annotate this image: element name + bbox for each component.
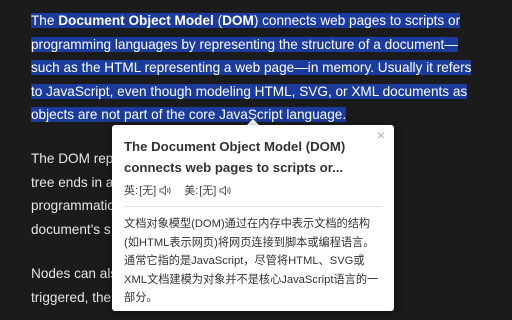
popup-title: The Document Object Model (DOM) connects…: [124, 139, 346, 175]
speaker-icon[interactable]: [219, 184, 232, 196]
popup-divider: [124, 206, 382, 207]
phonetic-uk-value: [无]: [139, 185, 157, 197]
phonetic-us: 美: [无]: [184, 182, 232, 198]
text-mid: (: [213, 13, 223, 28]
close-icon[interactable]: ×: [374, 128, 388, 142]
phonetic-us-label: 美:: [184, 185, 199, 197]
translation-popup: × The Document Object Model (DOM) connec…: [112, 125, 394, 311]
selected-text[interactable]: The Document Object Model (DOM) connects…: [31, 13, 472, 123]
phonetic-uk: 英: [无]: [124, 182, 172, 198]
phonetic-us-value: [无]: [199, 185, 217, 197]
speaker-icon[interactable]: [159, 184, 172, 196]
text-pre: The: [31, 13, 59, 28]
phonetic-row: 英: [无] 美: [无]: [124, 182, 244, 198]
bold-term: Document Object Model: [58, 13, 214, 28]
text-post: ) connects web pages to scripts or progr…: [31, 13, 472, 123]
bold-abbr: DOM: [222, 13, 254, 28]
phonetic-uk-label: 英:: [124, 185, 139, 197]
paragraph-1: The Document Object Model (DOM) connects…: [31, 9, 491, 127]
page: The Document Object Model (DOM) connects…: [0, 0, 512, 320]
translation-text: 文档对象模型(DOM)通过在内存中表示文档的结构 (如HTML表示网页)将网页连…: [124, 218, 379, 305]
